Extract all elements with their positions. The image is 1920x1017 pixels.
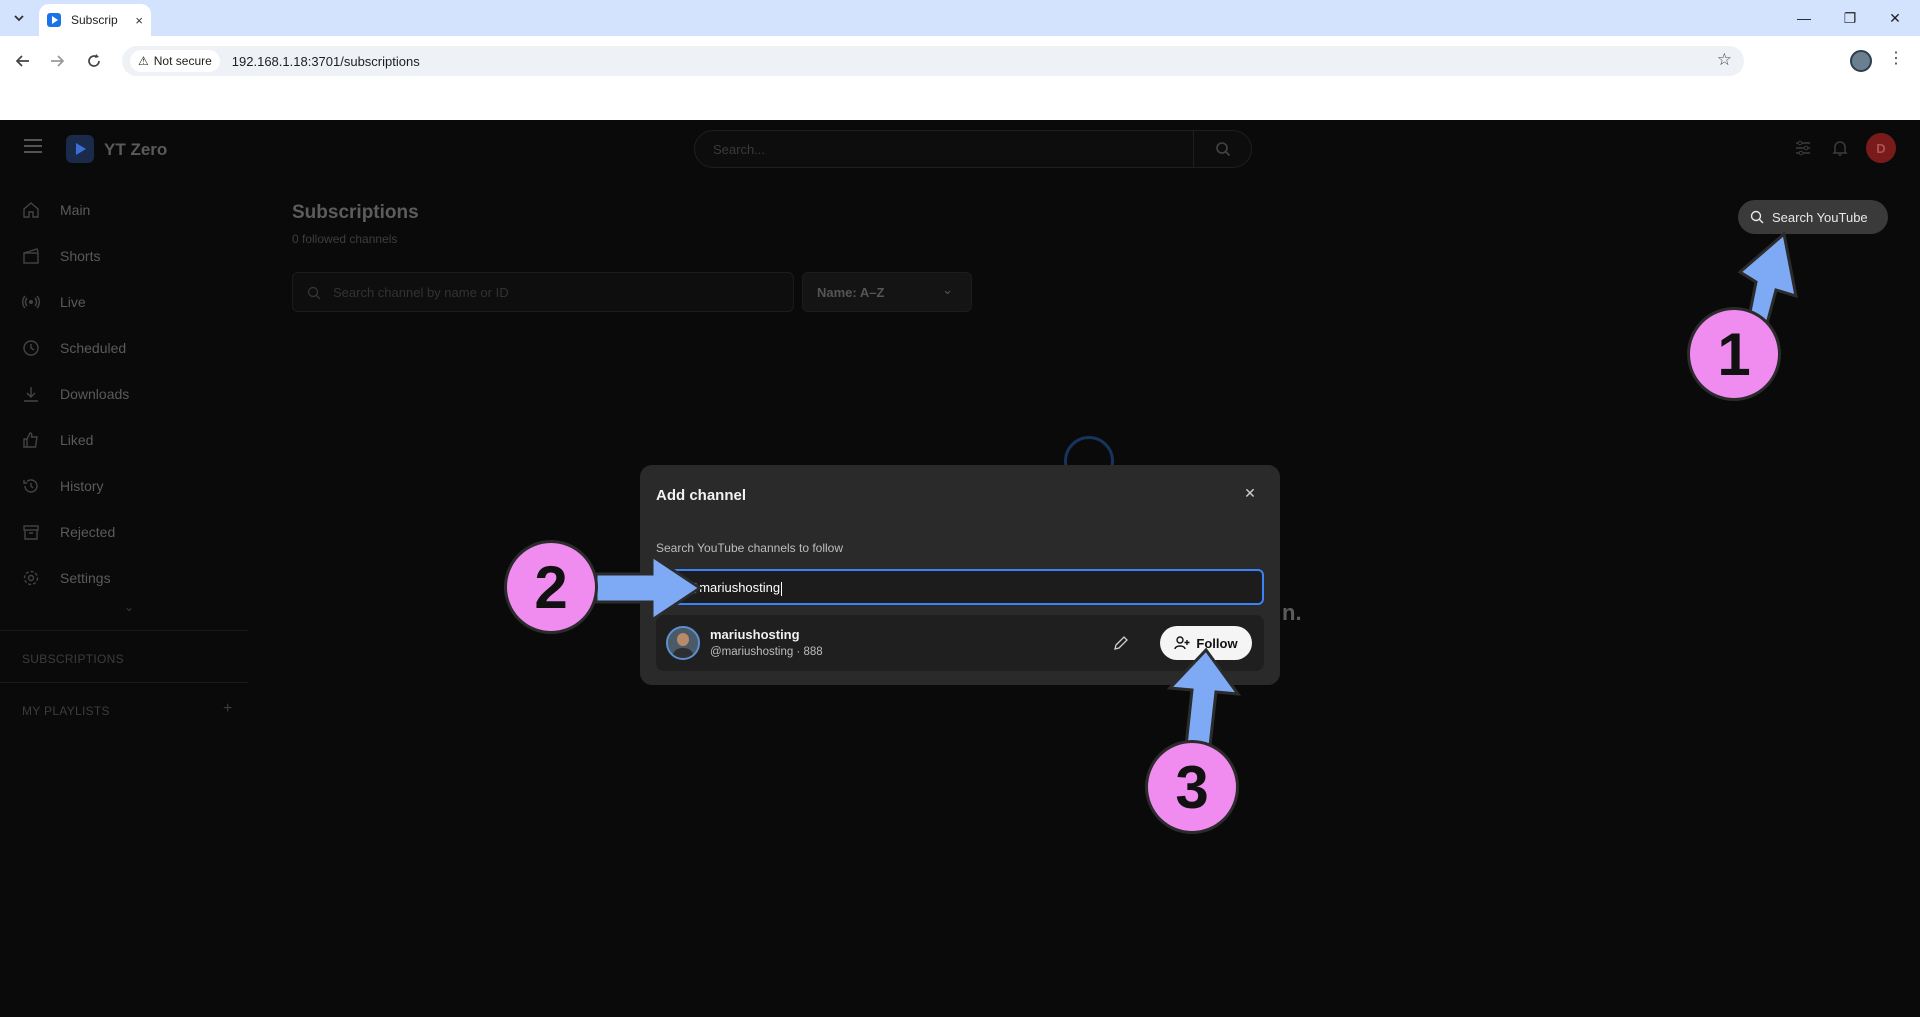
favicon-icon: [47, 13, 61, 27]
add-playlist-icon[interactable]: +: [223, 700, 232, 718]
forward-button[interactable]: [44, 48, 70, 74]
sidebar-item-settings[interactable]: Settings: [0, 558, 248, 598]
app-header: YT Zero Search... D: [0, 120, 1920, 176]
browser-tab[interactable]: Subscrip ×: [39, 4, 151, 36]
sidebar-item-history[interactable]: History: [0, 466, 248, 506]
modal-title: Add channel: [656, 487, 747, 504]
global-search-input[interactable]: Search...: [694, 130, 1252, 168]
tab-title: Subscrip: [71, 13, 118, 27]
sidebar-item-label: Live: [60, 294, 86, 310]
pencil-icon[interactable]: [1112, 634, 1130, 652]
url-text: 192.168.1.18:3701/subscriptions: [231, 53, 420, 69]
user-avatar[interactable]: D: [1866, 133, 1896, 163]
search-icon: [1215, 142, 1230, 157]
history-icon: [23, 479, 38, 493]
app-brand[interactable]: YT Zero: [104, 140, 167, 160]
tab-search-dropdown[interactable]: [8, 7, 30, 29]
menu-hamburger-icon[interactable]: [24, 139, 42, 153]
browser-tab-bar: Subscrip × — ❐ ✕: [0, 0, 1920, 36]
search-youtube-label: Search YouTube: [1772, 209, 1868, 225]
broadcast-icon: [22, 295, 40, 309]
sidebar-expand-chevron-icon[interactable]: ⌄: [124, 600, 134, 614]
sidebar-item-scheduled[interactable]: Scheduled: [0, 328, 248, 368]
minimize-button[interactable]: —: [1789, 6, 1819, 30]
bell-icon[interactable]: [1831, 139, 1849, 157]
clapper-icon: [23, 248, 39, 264]
sidebar-item-live[interactable]: Live: [0, 282, 248, 322]
global-search-placeholder: Search...: [713, 142, 766, 157]
download-icon: [24, 387, 38, 402]
channel-meta: @mariushosting · 888: [710, 646, 823, 658]
channel-search-input[interactable]: Search channel by name or ID: [292, 272, 794, 312]
channel-query-input[interactable]: @mariushosting: [656, 569, 1264, 605]
sidebar-divider: [0, 630, 248, 631]
sort-select[interactable]: Name: A–Z ⌄: [802, 272, 972, 312]
reload-button[interactable]: [81, 48, 107, 74]
back-button[interactable]: [10, 48, 36, 74]
add-channel-modal: Add channel ✕ Search YouTube channels to…: [640, 465, 1280, 685]
app-logo-icon[interactable]: [66, 135, 94, 163]
global-search-button[interactable]: [1193, 131, 1251, 167]
window-close-button[interactable]: ✕: [1880, 6, 1910, 30]
warning-icon: ⚠: [138, 54, 149, 68]
modal-label: Search YouTube channels to follow: [656, 541, 844, 555]
address-bar[interactable]: ⚠ Not secure 192.168.1.18:3701/subscript…: [122, 46, 1744, 76]
filter-sliders-icon[interactable]: [1794, 139, 1812, 157]
home-icon: [23, 202, 39, 218]
follow-button[interactable]: Follow: [1160, 626, 1252, 660]
sidebar-section-playlists[interactable]: MY PLAYLISTS: [22, 704, 110, 718]
sidebar-item-label: Shorts: [60, 248, 101, 264]
channel-name: mariushosting: [710, 627, 800, 642]
archive-icon: [23, 525, 39, 540]
tab-close-icon[interactable]: ×: [135, 13, 143, 28]
sidebar-item-label: Downloads: [60, 386, 130, 402]
security-chip[interactable]: ⚠ Not secure: [130, 50, 220, 72]
step-badge-3: 3: [1145, 740, 1239, 834]
sidebar-item-label: Settings: [60, 570, 111, 586]
search-youtube-button[interactable]: Search YouTube: [1738, 200, 1888, 234]
gear-icon: [23, 570, 39, 586]
search-icon: [1750, 210, 1764, 224]
close-icon[interactable]: ✕: [1240, 483, 1260, 503]
sidebar-item-main[interactable]: Main: [0, 190, 248, 230]
browser-menu-icon[interactable]: ⋮: [1888, 48, 1904, 68]
browser-profile-avatar[interactable]: [1850, 50, 1872, 72]
empty-state-icon: [1064, 436, 1114, 466]
page-title: Subscriptions: [292, 202, 419, 223]
sidebar-section-subscriptions[interactable]: SUBSCRIPTIONS: [22, 652, 124, 666]
thumbs-up-icon: [23, 432, 38, 448]
sidebar-item-label: Scheduled: [60, 340, 127, 356]
sidebar-divider: [0, 682, 248, 683]
channel-search-placeholder: Search channel by name or ID: [333, 285, 509, 300]
sidebar-item-label: Rejected: [60, 524, 116, 540]
clock-icon: [23, 340, 39, 356]
forward-arrow-icon: [51, 55, 65, 67]
page-subtitle: 0 followed channels: [292, 232, 398, 246]
channel-avatar: [666, 626, 700, 660]
sidebar-item-label: Main: [60, 202, 91, 218]
sidebar-item-rejected[interactable]: Rejected: [0, 512, 248, 552]
chevron-down-icon: [14, 15, 24, 22]
chevron-down-icon: ⌄: [942, 282, 953, 297]
reload-icon: [88, 54, 100, 67]
step-badge-1: 1: [1687, 307, 1781, 401]
user-plus-icon: [1174, 636, 1190, 650]
step-badge-2: 2: [504, 540, 598, 634]
follow-label: Follow: [1196, 635, 1238, 651]
sidebar-item-label: Liked: [60, 432, 94, 448]
bookmark-star-icon[interactable]: ☆: [1717, 50, 1732, 70]
sidebar-item-downloads[interactable]: Downloads: [0, 374, 248, 414]
security-label: Not secure: [153, 54, 212, 68]
search-icon: [307, 286, 321, 300]
empty-state-text-fragment: n.: [1282, 600, 1302, 625]
restore-button[interactable]: ❐: [1835, 6, 1865, 30]
sidebar-item-shorts[interactable]: Shorts: [0, 236, 248, 276]
channel-result-row[interactable]: mariushosting @mariushosting · 888 Follo…: [656, 615, 1264, 671]
back-arrow-icon: [15, 55, 29, 67]
sidebar: Main Shorts Live Scheduled Downloads Lik…: [0, 176, 248, 1017]
channel-query-value: @mariushosting: [686, 580, 783, 596]
sidebar-item-liked[interactable]: Liked: [0, 420, 248, 460]
sort-value: Name: A–Z: [817, 285, 885, 300]
sidebar-item-label: History: [60, 478, 104, 494]
